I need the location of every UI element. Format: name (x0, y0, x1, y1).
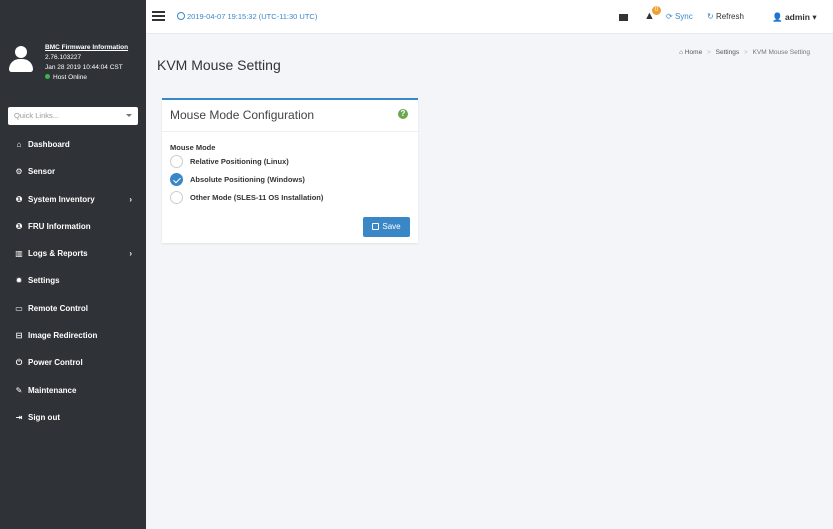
radio-relative[interactable] (170, 155, 183, 168)
sync-label: Sync (674, 12, 693, 21)
sidebar-item-label: Maintenance (28, 385, 77, 395)
firmware-build-date: Jan 28 2019 10:44:04 CST (45, 64, 123, 71)
sidebar-item-label: Image Redirection (28, 331, 98, 341)
sidebar-item-dashboard[interactable]: ⌂ Dashboard (0, 131, 146, 158)
info-icon: ❶ (15, 194, 23, 204)
sidebar-item-image-redirection[interactable]: ⊟ Image Redirection (0, 322, 146, 349)
clock-icon (177, 12, 185, 20)
host-status-label: Host Online (53, 74, 87, 81)
sidebar-item-label: Sensor (28, 167, 56, 177)
datetime-display: 2019-04-07 19:15:32 (UTC-11:30 UTC) (177, 12, 317, 21)
sidebar-item-label: Logs & Reports (28, 249, 88, 259)
sidebar-item-power-control[interactable]: ⏻ Power Control (0, 349, 146, 376)
quick-links-placeholder: Quick Links... (14, 111, 60, 120)
host-status: Host Online (45, 73, 128, 83)
sensor-icon: ⚙ (15, 167, 23, 177)
sync-button[interactable]: ⟳ Sync (666, 12, 693, 21)
sidebar-item-remote-control[interactable]: ▭ Remote Control (0, 295, 146, 322)
signout-icon: ⇥ (15, 412, 23, 422)
bmc-profile: BMC Firmware Information 2.76.103227 Jan… (0, 34, 146, 96)
status-dot-icon (45, 74, 50, 79)
sidebar-item-settings[interactable]: ✹ Settings (0, 267, 146, 294)
radio-absolute-label[interactable]: Absolute Positioning (Windows) (190, 175, 305, 184)
refresh-label: Refresh (715, 12, 744, 21)
sidebar-top (0, 0, 146, 34)
top-header: 2019-04-07 19:15:32 (UTC-11:30 UTC) ▲ 0 … (146, 0, 833, 34)
dashboard-icon: ⌂ (16, 140, 22, 149)
sidebar-item-label: System Inventory (28, 194, 95, 204)
breadcrumb-current: KVM Mouse Setting (752, 49, 810, 56)
user-menu[interactable]: 👤 admin ▾ (772, 12, 817, 23)
gear-icon: ✹ (15, 276, 23, 286)
refresh-button[interactable]: ↻ Refresh (707, 12, 744, 21)
breadcrumb-settings[interactable]: Settings (716, 49, 740, 56)
user-name: admin (784, 12, 810, 22)
user-avatar-icon (9, 46, 33, 72)
help-icon[interactable]: ? (398, 109, 408, 119)
home-icon: ⌂ (679, 49, 684, 56)
sidebar-item-label: Power Control (28, 358, 83, 368)
panel-divider (162, 131, 418, 132)
panel-title: Mouse Mode Configuration (170, 108, 315, 122)
breadcrumb-separator: > (707, 49, 711, 56)
refresh-icon: ↻ (707, 12, 714, 21)
mouse-mode-label: Mouse Mode (170, 143, 216, 152)
menu-toggle-icon[interactable] (152, 11, 165, 21)
sidebar-item-logs-reports[interactable]: ▥ Logs & Reports › (0, 240, 146, 267)
chevron-right-icon: › (129, 249, 132, 259)
notification-badge: 0 (652, 6, 661, 15)
sidebar-item-fru-information[interactable]: ❶ FRU Information (0, 213, 146, 240)
save-icon (372, 223, 380, 230)
sidebar-nav: ⌂ Dashboard ⚙ Sensor ❶ System Inventory › ❶ FRU … (0, 131, 146, 431)
sidebar-item-label: Remote Control (28, 303, 88, 313)
bmc-info: BMC Firmware Information 2.76.103227 Jan… (45, 43, 128, 83)
chevron-right-icon: › (129, 194, 132, 204)
wrench-icon: ✎ (15, 385, 23, 395)
sidebar-item-label: Dashboard (28, 140, 70, 149)
mouse-mode-panel: Mouse Mode Configuration ? Mouse Mode Re… (162, 98, 418, 243)
quick-links-select[interactable]: Quick Links... (8, 107, 138, 125)
bmc-info-link[interactable]: BMC Firmware Information (45, 43, 128, 53)
sidebar-item-label: Sign out (28, 412, 60, 422)
sidebar-item-system-inventory[interactable]: ❶ System Inventory › (0, 186, 146, 213)
chevron-down-icon (126, 114, 132, 117)
save-label: Save (382, 222, 401, 231)
sidebar-item-label: Settings (28, 276, 60, 286)
radio-other-label[interactable]: Other Mode (SLES-11 OS Installation) (190, 193, 323, 202)
disk-icon: ⊟ (15, 331, 23, 341)
power-icon: ⏻ (15, 358, 23, 368)
sidebar-item-label: FRU Information (28, 221, 91, 231)
sidebar-item-maintenance[interactable]: ✎ Maintenance (0, 377, 146, 404)
sidebar: BMC Firmware Information 2.76.103227 Jan… (0, 0, 146, 529)
page-title: KVM Mouse Setting (157, 57, 281, 73)
save-button[interactable]: Save (363, 217, 410, 237)
sidebar-item-sign-out[interactable]: ⇥ Sign out (0, 404, 146, 431)
radio-relative-label[interactable]: Relative Positioning (Linux) (190, 157, 289, 166)
radio-other[interactable] (170, 191, 183, 204)
radio-absolute[interactable] (170, 173, 183, 186)
firmware-version: 2.76.103227 (45, 54, 82, 61)
breadcrumb: ⌂ Home > Settings > KVM Mouse Setting (679, 49, 810, 56)
breadcrumb-separator: > (743, 49, 748, 56)
info-icon: ❶ (15, 221, 23, 231)
monitor-icon: ▭ (15, 303, 23, 313)
mail-icon[interactable] (619, 14, 628, 21)
breadcrumb-home[interactable]: Home (685, 49, 702, 56)
datetime-text: 2019-04-07 19:15:32 (UTC-11:30 UTC) (187, 12, 318, 21)
sidebar-item-sensor[interactable]: ⚙ Sensor (0, 158, 146, 185)
chart-icon: ▥ (15, 249, 23, 259)
